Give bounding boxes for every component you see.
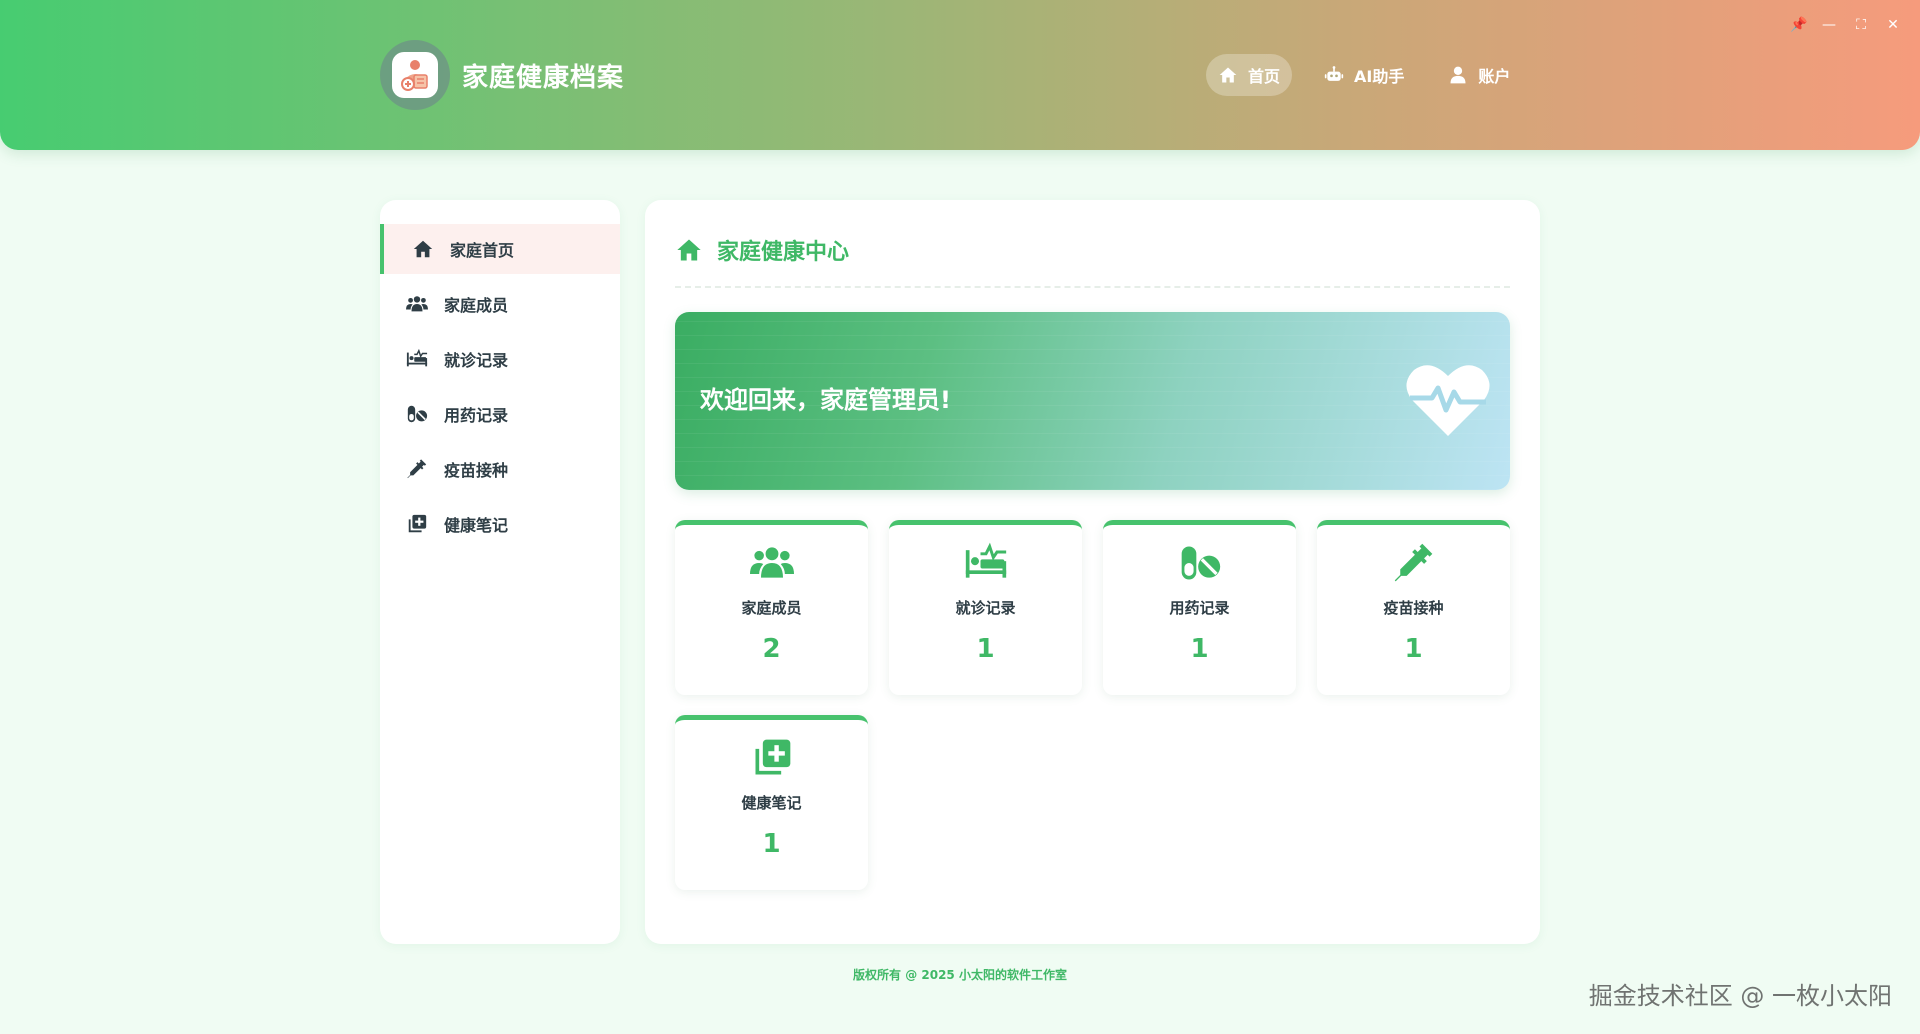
robot-icon bbox=[1324, 66, 1344, 81]
syringe-icon bbox=[407, 459, 427, 479]
sidebar-item-label: 家庭成员 bbox=[444, 296, 509, 315]
topnav-account[interactable]: 账户 bbox=[1436, 54, 1522, 96]
stat-card-vaccination[interactable]: 疫苗接种 1 bbox=[1317, 520, 1510, 695]
sidebar: 家庭首页 家庭成员 就诊记录 用药记录 疫苗接种 健康笔记 bbox=[380, 200, 620, 944]
sidebar-item-label: 家庭首页 bbox=[450, 241, 515, 260]
home-icon bbox=[413, 240, 433, 258]
stat-card-value: 1 bbox=[1404, 634, 1423, 664]
bed-pulse-icon bbox=[406, 348, 428, 367]
users-icon bbox=[749, 547, 794, 578]
sidebar-item-label: 用药记录 bbox=[444, 406, 509, 425]
stat-card-value: 1 bbox=[762, 829, 781, 859]
divider bbox=[675, 286, 1510, 288]
sidebar-item-label: 健康笔记 bbox=[444, 516, 509, 535]
window-controls: 📌 — ⛶ ✕ bbox=[1790, 16, 1900, 34]
page-title: 家庭健康中心 bbox=[675, 230, 1510, 270]
app-logo bbox=[380, 40, 450, 110]
welcome-banner: 欢迎回来，家庭管理员! bbox=[675, 312, 1510, 490]
topnav-home[interactable]: 首页 bbox=[1206, 54, 1293, 96]
sidebar-item-label: 就诊记录 bbox=[444, 351, 509, 370]
topnav-home-label: 首页 bbox=[1248, 67, 1281, 86]
topnav-ai-assistant[interactable]: AI助手 bbox=[1312, 54, 1416, 96]
brand: 家庭健康档案 bbox=[380, 40, 624, 110]
home-icon bbox=[1219, 67, 1237, 83]
stat-card-label: 健康笔记 bbox=[741, 794, 802, 812]
app-header: 📌 — ⛶ ✕ 家庭健康档案 首页 AI助手 账户 bbox=[0, 0, 1920, 150]
sidebar-item-family-members[interactable]: 家庭成员 bbox=[380, 279, 620, 329]
stat-card-value: 1 bbox=[976, 634, 995, 664]
stat-card-label: 用药记录 bbox=[1169, 599, 1230, 617]
stat-card-visit-records[interactable]: 就诊记录 1 bbox=[889, 520, 1082, 695]
stat-card-health-notes[interactable]: 健康笔记 1 bbox=[675, 715, 868, 890]
minimize-icon[interactable]: — bbox=[1822, 16, 1836, 34]
watermark: 掘金技术社区 @ 一枚小太阳 bbox=[1588, 982, 1892, 1010]
topnav-account-label: 账户 bbox=[1478, 67, 1511, 86]
heartbeat-icon bbox=[1406, 365, 1490, 436]
pin-icon[interactable]: 📌 bbox=[1790, 16, 1807, 34]
sidebar-item-visit-records[interactable]: 就诊记录 bbox=[380, 334, 620, 384]
stat-card-value: 2 bbox=[762, 634, 781, 664]
syringe-icon bbox=[1394, 543, 1432, 582]
main-panel: 家庭健康中心 欢迎回来，家庭管理员! 家庭成员 2 就诊记录 1 用药记录 1 … bbox=[645, 200, 1540, 944]
users-icon bbox=[406, 296, 428, 312]
stat-card-label: 疫苗接种 bbox=[1383, 599, 1444, 617]
close-icon[interactable]: ✕ bbox=[1886, 16, 1900, 34]
top-navigation: 首页 AI助手 账户 bbox=[1206, 54, 1522, 96]
home-icon bbox=[677, 239, 701, 261]
sidebar-item-label: 疫苗接种 bbox=[444, 461, 509, 480]
welcome-text: 欢迎回来，家庭管理员! bbox=[700, 386, 951, 414]
notes-medical-icon bbox=[755, 739, 790, 775]
user-icon bbox=[1450, 66, 1466, 84]
notes-medical-icon bbox=[408, 514, 427, 533]
bed-pulse-icon bbox=[965, 542, 1006, 578]
sidebar-item-home[interactable]: 家庭首页 bbox=[380, 224, 620, 274]
stat-card-medication-records[interactable]: 用药记录 1 bbox=[1103, 520, 1296, 695]
sidebar-item-health-notes[interactable]: 健康笔记 bbox=[380, 499, 620, 549]
family-health-logo-icon bbox=[401, 60, 428, 91]
sidebar-item-vaccination[interactable]: 疫苗接种 bbox=[380, 444, 620, 494]
stat-card-family-members[interactable]: 家庭成员 2 bbox=[675, 520, 868, 695]
stat-card-label: 家庭成员 bbox=[741, 599, 802, 617]
stat-card-value: 1 bbox=[1190, 634, 1209, 664]
pills-icon bbox=[407, 405, 428, 423]
page-title-text: 家庭健康中心 bbox=[717, 240, 850, 265]
pills-icon bbox=[1181, 546, 1220, 580]
sidebar-item-medication-records[interactable]: 用药记录 bbox=[380, 389, 620, 439]
maximize-icon[interactable]: ⛶ bbox=[1854, 16, 1868, 34]
topnav-ai-label: AI助手 bbox=[1354, 67, 1405, 86]
stats-cards: 家庭成员 2 就诊记录 1 用药记录 1 疫苗接种 1 健康笔记 1 bbox=[675, 520, 1510, 890]
app-title: 家庭健康档案 bbox=[462, 62, 625, 93]
stat-card-label: 就诊记录 bbox=[955, 599, 1016, 617]
